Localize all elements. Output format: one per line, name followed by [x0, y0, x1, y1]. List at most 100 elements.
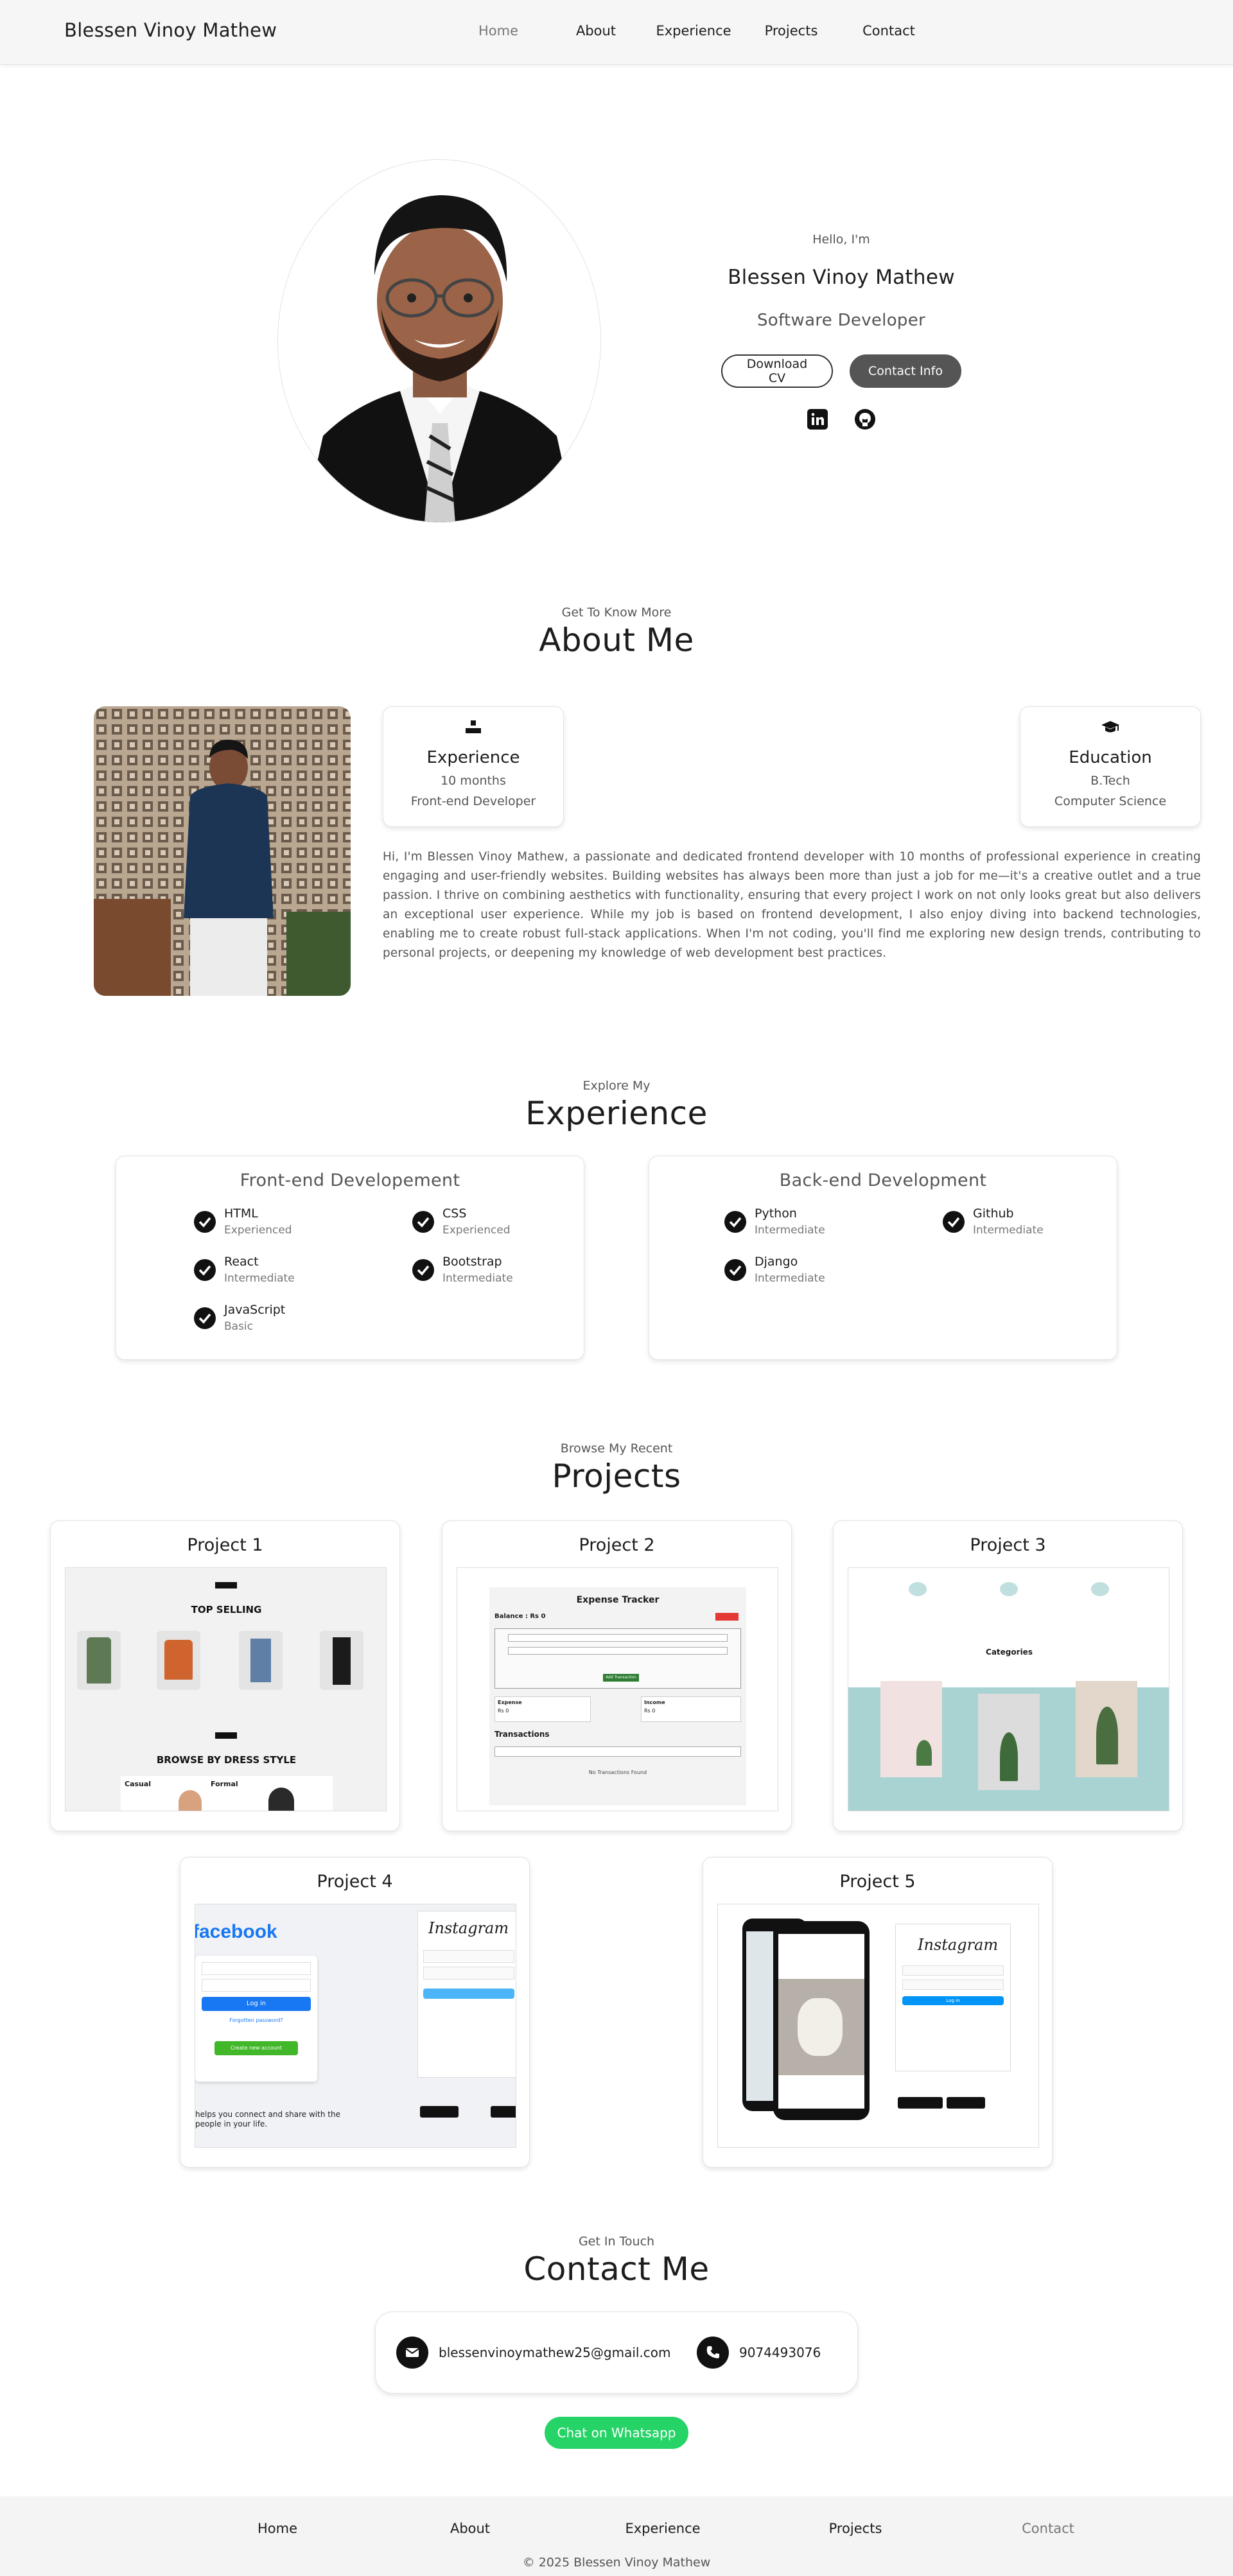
hero-section: Hello, I'm Blessen Vinoy Mathew Software…: [700, 225, 983, 430]
google-play-badge: [898, 2097, 943, 2109]
fb-forgot-link: Forgotten password?: [229, 2017, 283, 2023]
checkmark-icon: [724, 1259, 746, 1281]
shot-style-grid: Casual Formal: [121, 1776, 333, 1811]
shot-card: [880, 1681, 942, 1777]
shot-product: [77, 1631, 121, 1690]
skill-item: React Intermediate: [193, 1255, 386, 1293]
ig-logo: Instagram: [428, 1919, 509, 1937]
expense-form: Add Transaction: [494, 1628, 741, 1689]
income-box: Income Rs 0: [641, 1696, 741, 1722]
shot-product: [239, 1631, 283, 1690]
project-2-screenshot[interactable]: Expense Tracker Balance : Rs 0 Add Trans…: [457, 1567, 778, 1811]
shot-tag: Casual: [125, 1780, 152, 1788]
footer-link-projects[interactable]: Projects: [759, 2521, 952, 2536]
project-3-screenshot[interactable]: Categories: [848, 1567, 1169, 1811]
shot-person: [179, 1790, 202, 1811]
hero-buttons: Download CV Contact Info: [700, 354, 983, 388]
hero-greeting: Hello, I'm: [812, 232, 870, 247]
expense-box-label: Expense: [498, 1700, 522, 1705]
backend-heading: Back-end Development: [779, 1171, 987, 1190]
project-card-4[interactable]: Project 4 facebook Log in Forgotten pass…: [180, 1857, 530, 2168]
profile-portrait: [277, 159, 601, 523]
income-box-label: Income: [644, 1700, 665, 1705]
nav-link-contact[interactable]: Contact: [840, 23, 938, 39]
whatsapp-button[interactable]: Chat on Whatsapp: [545, 2417, 688, 2449]
skill-item: Github Intermediate: [942, 1206, 1135, 1245]
nav-link-projects[interactable]: Projects: [742, 23, 840, 39]
ig-login-panel: Instagram Log in: [895, 1924, 1011, 2071]
skill-level: Intermediate: [755, 1272, 825, 1285]
microsoft-badge: [947, 2097, 985, 2109]
skill-item: Python Intermediate: [724, 1206, 916, 1245]
contact-email[interactable]: blessenvinoymathew25@gmail.com: [396, 2337, 671, 2369]
project-title: Project 2: [579, 1535, 655, 1555]
download-cv-button[interactable]: Download CV: [721, 354, 833, 388]
transactions-heading: Transactions: [494, 1730, 550, 1739]
expense-app: Expense Tracker Balance : Rs 0 Add Trans…: [489, 1587, 746, 1806]
project-card-2[interactable]: Project 2 Expense Tracker Balance : Rs 0…: [442, 1520, 792, 1831]
experience-info-card: Experience 10 months Front-end Developer: [383, 706, 564, 827]
skill-level: Experienced: [224, 1224, 292, 1237]
github-icon[interactable]: [854, 408, 876, 430]
fb-create-button: Create new account: [214, 2041, 298, 2055]
about-description: Hi, I'm Blessen Vinoy Mathew, a passiona…: [383, 850, 1201, 960]
projects-title: Projects: [552, 1458, 681, 1495]
checkmark-icon: [412, 1211, 434, 1233]
linkedin-icon[interactable]: [807, 408, 828, 430]
footer-link-contact[interactable]: Contact: [952, 2521, 1144, 2536]
skill-level: Intermediate: [755, 1224, 825, 1237]
experience-card-line1: 10 months: [441, 774, 506, 788]
projects-subtitle: Browse My Recent: [560, 1441, 673, 1456]
skill-name: React: [224, 1255, 259, 1269]
education-card-heading: Education: [1069, 748, 1152, 767]
brand-name[interactable]: Blessen Vinoy Mathew: [64, 19, 277, 41]
education-card-line1: B.Tech: [1090, 774, 1130, 788]
skill-name: HTML: [224, 1206, 258, 1221]
social-icons: [700, 408, 983, 430]
ig-login-box: Instagram: [417, 1911, 516, 2078]
checkmark-icon: [194, 1307, 216, 1329]
footer-link-home[interactable]: Home: [181, 2521, 374, 2536]
skill-item: Django Intermediate: [724, 1255, 916, 1293]
nav-links: Home About Experience Projects Contact: [450, 23, 938, 39]
contact-info-button[interactable]: Contact Info: [850, 354, 961, 388]
skill-name: Python: [755, 1206, 797, 1221]
contact-phone-text[interactable]: 9074493076: [739, 2345, 821, 2360]
about-subtitle: Get To Know More: [561, 605, 672, 620]
project-title: Project 3: [970, 1535, 1046, 1555]
project-4-screenshot[interactable]: facebook Log in Forgotten password? Crea…: [195, 1904, 516, 2148]
education-card-line2: Computer Science: [1054, 794, 1167, 808]
skill-name: CSS: [442, 1206, 467, 1221]
expense-box-value: Rs 0: [498, 1708, 509, 1714]
contact-email-text[interactable]: blessenvinoymathew25@gmail.com: [439, 2345, 671, 2360]
skill-name: Bootstrap: [442, 1255, 502, 1269]
about-photo: [94, 706, 351, 996]
project-card-1[interactable]: Project 1 TOP SELLING BROWSE BY DRESS ST…: [50, 1520, 400, 1831]
checkmark-icon: [194, 1259, 216, 1281]
project-1-screenshot[interactable]: TOP SELLING BROWSE BY DRESS STYLE Casual…: [65, 1567, 387, 1811]
microsoft-badge: [491, 2106, 516, 2118]
skill-level: Intermediate: [973, 1224, 1044, 1237]
project-card-3[interactable]: Project 3 Categories: [833, 1520, 1183, 1831]
contact-title: Contact Me: [523, 2250, 710, 2288]
ig-login-button: Log in: [902, 1996, 1004, 2005]
skill-name: Django: [755, 1255, 798, 1269]
transactions-search: [494, 1746, 741, 1757]
experience-card-heading: Experience: [426, 748, 520, 767]
frontend-card: Front-end Developement HTML Experienced …: [116, 1156, 584, 1360]
skill-level: Intermediate: [224, 1272, 295, 1285]
shot-product: [157, 1631, 200, 1690]
contact-phone[interactable]: 9074493076: [697, 2337, 821, 2369]
google-play-badge: [420, 2106, 459, 2118]
nav-link-about[interactable]: About: [547, 23, 645, 39]
nav-link-experience[interactable]: Experience: [645, 23, 742, 39]
project-card-5[interactable]: Project 5 Instagram Log in: [703, 1857, 1053, 2168]
nav-link-home[interactable]: Home: [450, 23, 547, 39]
footer-link-experience[interactable]: Experience: [566, 2521, 759, 2536]
project-5-screenshot[interactable]: Instagram Log in: [717, 1904, 1039, 2148]
footer-link-about[interactable]: About: [374, 2521, 566, 2536]
medal-icon: [466, 720, 481, 733]
shot-product: [320, 1631, 363, 1690]
shot-feature-icon: [1091, 1582, 1109, 1596]
expense-title: Expense Tracker: [576, 1595, 660, 1605]
